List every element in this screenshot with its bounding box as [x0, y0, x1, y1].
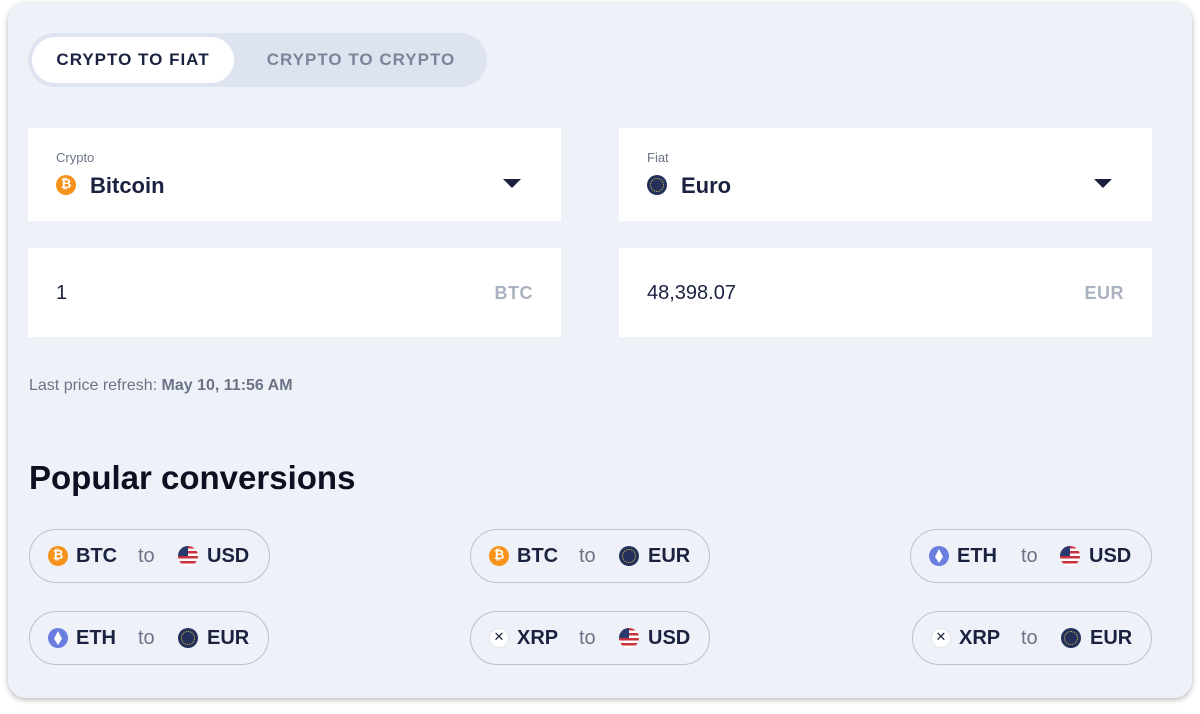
- to-code: USD: [1089, 545, 1132, 567]
- to-code: EUR: [648, 545, 691, 567]
- conversion-pill-btc-eur[interactable]: BTC to EUR: [470, 529, 710, 583]
- crypto-amount-input[interactable]: [56, 276, 436, 310]
- tab-crypto-to-crypto[interactable]: CRYPTO TO CRYPTO: [242, 37, 480, 83]
- conversion-pill-eth-usd[interactable]: ETH to USD: [910, 529, 1152, 583]
- euro-flag-icon: [1061, 628, 1081, 648]
- from-code: XRP: [959, 627, 1001, 649]
- conversion-pill-xrp-usd[interactable]: XRP to USD: [470, 611, 710, 665]
- last-refresh-time: May 10, 11:56 AM: [161, 377, 293, 394]
- to-label: to: [1021, 545, 1038, 567]
- fiat-select[interactable]: Fiat Euro: [619, 128, 1152, 221]
- from-code: BTC: [517, 545, 559, 567]
- to-code: USD: [207, 545, 250, 567]
- last-refresh-text: Last price refresh: May 10, 11:56 AM: [29, 377, 293, 395]
- from-code: ETH: [76, 627, 116, 649]
- fiat-amount-field[interactable]: EUR: [619, 248, 1152, 337]
- bitcoin-icon: [56, 175, 76, 195]
- conversion-pill-xrp-eur[interactable]: XRP to EUR: [912, 611, 1152, 665]
- chevron-down-icon[interactable]: [1094, 179, 1112, 188]
- from-code: XRP: [517, 627, 559, 649]
- to-label: to: [579, 627, 596, 649]
- to-code: EUR: [1090, 627, 1133, 649]
- ethereum-icon: [48, 628, 68, 648]
- bitcoin-icon: [489, 546, 509, 566]
- fiat-select-label: Fiat: [647, 150, 669, 165]
- conversion-mode-tabs: CRYPTO TO FIAT CRYPTO TO CRYPTO: [28, 33, 487, 87]
- euro-flag-icon: [619, 546, 639, 566]
- ethereum-icon: [929, 546, 949, 566]
- tab-crypto-to-fiat[interactable]: CRYPTO TO FIAT: [32, 37, 234, 83]
- euro-flag-icon: [178, 628, 198, 648]
- fiat-select-value: Euro: [681, 173, 732, 198]
- to-label: to: [1021, 627, 1038, 649]
- from-code: ETH: [957, 545, 997, 567]
- chevron-down-icon[interactable]: [503, 179, 521, 188]
- to-code: USD: [648, 627, 691, 649]
- crypto-select[interactable]: Crypto Bitcoin: [28, 128, 561, 221]
- to-label: to: [138, 545, 155, 567]
- usd-flag-icon: [178, 546, 198, 566]
- bitcoin-icon: [48, 546, 68, 566]
- to-code: EUR: [207, 627, 250, 649]
- euro-flag-icon: [647, 175, 667, 195]
- crypto-amount-field[interactable]: BTC: [28, 248, 561, 337]
- usd-flag-icon: [1060, 546, 1080, 566]
- converter-card: [8, 2, 1192, 698]
- xrp-icon: [931, 628, 951, 648]
- crypto-select-value: Bitcoin: [90, 173, 165, 198]
- from-code: BTC: [76, 545, 118, 567]
- conversion-pill-eth-eur[interactable]: ETH to EUR: [29, 611, 269, 665]
- conversion-pill-btc-usd[interactable]: BTC to USD: [29, 529, 270, 583]
- xrp-icon: [489, 628, 509, 648]
- fiat-amount-input[interactable]: [647, 276, 1027, 310]
- popular-conversions-heading: Popular conversions: [29, 459, 356, 496]
- crypto-select-label: Crypto: [56, 150, 95, 165]
- crypto-amount-unit: BTC: [494, 283, 533, 303]
- last-refresh-label: Last price refresh:: [29, 377, 158, 394]
- to-label: to: [138, 627, 155, 649]
- to-label: to: [579, 545, 596, 567]
- usd-flag-icon: [619, 628, 639, 648]
- fiat-amount-unit: EUR: [1084, 283, 1124, 303]
